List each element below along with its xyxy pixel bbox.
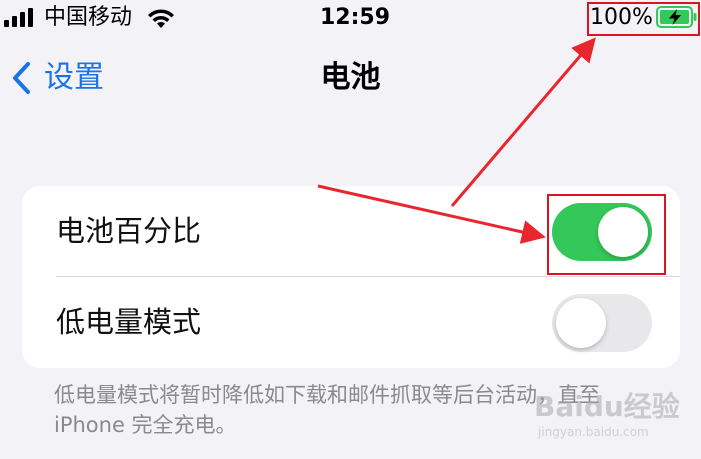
toggle-highlight-box xyxy=(547,194,666,275)
cellular-signal-icon xyxy=(4,8,33,27)
settings-row-low-power-mode: 低电量模式 xyxy=(22,277,680,367)
status-time: 12:59 xyxy=(320,5,391,30)
page-title: 电池 xyxy=(320,60,381,95)
navigation-bar: 设置 电池 xyxy=(0,50,701,108)
battery-percentage-label: 电池百分比 xyxy=(56,214,202,248)
carrier-name: 中国移动 xyxy=(44,5,133,30)
low-power-mode-toggle[interactable] xyxy=(552,294,652,352)
watermark-text: Baidu经验 xyxy=(534,390,680,423)
baidu-watermark: Baidu经验 jingyan.baidu.com xyxy=(534,385,684,445)
low-power-mode-label: 低电量模式 xyxy=(56,305,202,339)
watermark-url: jingyan.baidu.com xyxy=(538,425,649,439)
battery-highlight-box xyxy=(587,2,700,36)
wifi-icon xyxy=(148,9,174,28)
toggle-knob xyxy=(556,298,606,348)
